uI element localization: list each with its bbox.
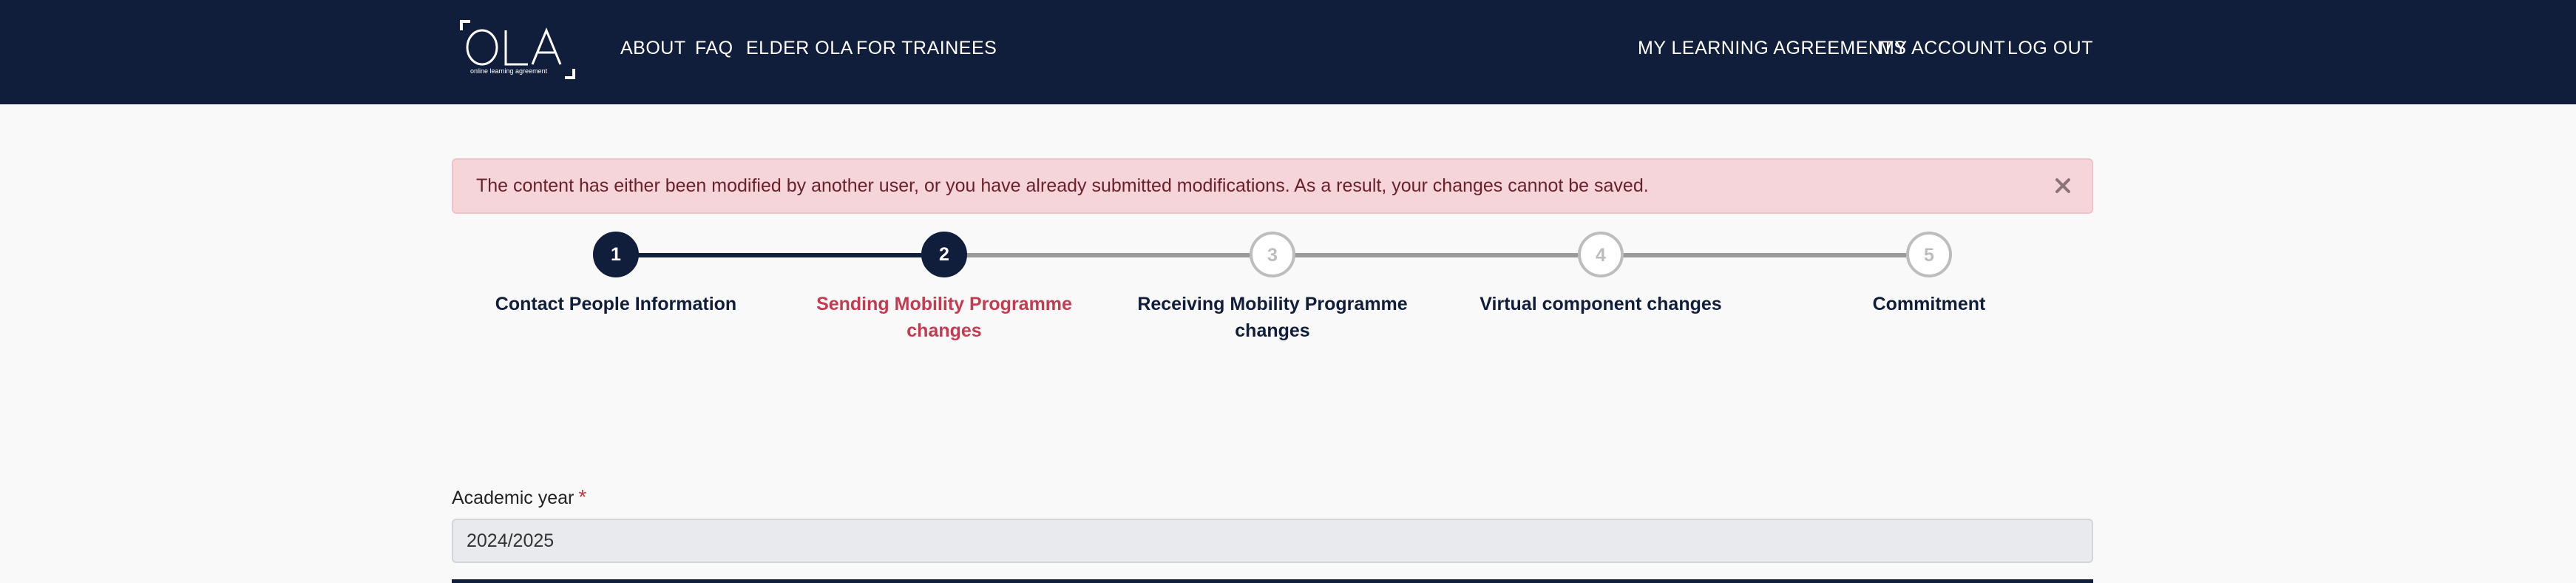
- step-connector-2-3: [943, 253, 1271, 257]
- step-3-circle[interactable]: 3: [1250, 232, 1295, 277]
- step-1-circle[interactable]: 1: [593, 232, 639, 277]
- section-divider: [452, 579, 2093, 583]
- step-2-label: Sending Mobility Programme changes: [816, 294, 1072, 341]
- step-connector-4-5: [1599, 253, 1928, 257]
- progress-stepper: 1 2 3 4 5 Contact People Information Sen…: [0, 0, 2576, 583]
- step-2-circle[interactable]: 2: [921, 232, 967, 277]
- step-3-label: Receiving Mobility Programme changes: [1137, 294, 1408, 341]
- required-marker: *: [578, 485, 587, 508]
- step-5-circle[interactable]: 5: [1906, 232, 1952, 277]
- step-4-label: Virtual component changes: [1479, 294, 1722, 314]
- academic-year-input[interactable]: [452, 519, 2093, 563]
- step-connector-1-2: [614, 253, 943, 257]
- academic-year-label-text: Academic year: [452, 488, 574, 508]
- step-4-circle[interactable]: 4: [1578, 232, 1624, 277]
- step-5-label: Commitment: [1872, 294, 1986, 314]
- academic-year-label: Academic year *: [452, 485, 586, 510]
- step-connector-3-4: [1271, 253, 1599, 257]
- step-1-label: Contact People Information: [495, 294, 737, 314]
